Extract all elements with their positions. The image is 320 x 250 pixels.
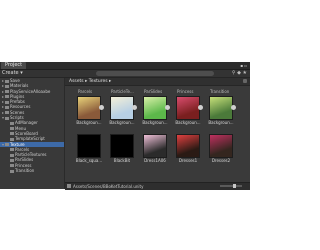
expand-icon[interactable] <box>165 105 170 110</box>
tree-item-label: ScoreBoard <box>15 130 38 136</box>
folder-label[interactable]: Parcels <box>78 89 92 94</box>
folder-label[interactable]: ParticleTe... <box>111 89 134 94</box>
tree-item-label: Transition <box>15 168 35 174</box>
texture-thumbnail[interactable] <box>110 134 134 158</box>
texture-thumbnail[interactable] <box>176 96 203 120</box>
texture-thumbnail[interactable] <box>77 96 104 120</box>
tree-item-label: AdManager <box>15 120 38 126</box>
project-toolbar: Create ▾ ⚲ ◆ ★ <box>0 70 250 78</box>
texture-thumbnail[interactable] <box>209 134 233 158</box>
zoom-slider[interactable] <box>220 185 242 187</box>
folder-icon <box>10 148 14 152</box>
folder-label[interactable]: Transition <box>210 89 229 94</box>
expand-icon[interactable] <box>132 105 137 110</box>
asset-tile[interactable]: Backgroun... <box>174 96 203 125</box>
tree-item-label: Save <box>10 78 20 83</box>
folder-label[interactable]: Princess <box>177 89 193 94</box>
status-bar: Assets/Scenes/BBoKetTutorial.unity <box>65 182 250 190</box>
asset-name: Dresses2 <box>211 158 231 163</box>
folder-icon <box>5 143 9 147</box>
asset-name: Black_squa... <box>75 158 103 163</box>
asset-name: Backgroun... <box>175 120 201 125</box>
expand-icon[interactable] <box>231 105 236 110</box>
tree-item-label: ParticleTextures <box>15 152 47 158</box>
folder-icon <box>10 137 14 141</box>
tree-item-label: ParSlides <box>15 157 34 163</box>
texture-thumbnail[interactable] <box>143 134 167 158</box>
tree-item-label: PlayServiceAlloaxbe <box>10 88 51 94</box>
tree-item-label: Resources <box>10 104 31 110</box>
folder-icon <box>5 90 9 94</box>
folder-icon <box>5 105 9 109</box>
tree-item-label: Materials <box>10 83 29 89</box>
folder-icon <box>5 79 9 83</box>
search-input[interactable] <box>96 71 214 76</box>
tree-item-label: Menu <box>15 125 26 131</box>
project-tab[interactable]: Project <box>1 62 27 69</box>
asset-tile[interactable]: Dresses2 <box>207 134 235 163</box>
asset-name: BlackBit <box>113 158 131 163</box>
folder-icon <box>5 111 9 115</box>
title-bar: Project ▪ ▫ <box>0 62 250 70</box>
asset-tile[interactable]: Dresses1 <box>174 134 202 163</box>
texture-thumbnail[interactable] <box>143 96 170 120</box>
asset-name: Dress1A06 <box>144 158 166 163</box>
folder-icon <box>10 121 14 125</box>
folder-icon <box>10 127 14 131</box>
texture-thumbnail[interactable] <box>110 96 137 120</box>
folder-tree[interactable]: ▸ Save ▸ Materials ▸ PlayServiceAlloaxbe ▸ Plug… <box>0 78 65 189</box>
tree-item-label: Scripts <box>10 115 24 121</box>
folder-icon <box>10 169 14 173</box>
lock-icon[interactable] <box>243 79 247 83</box>
asset-name: Dresses1 <box>178 158 198 163</box>
zoom-slider-handle[interactable] <box>233 184 236 188</box>
asset-name: Backgroun... <box>109 120 135 125</box>
tree-item-label: Parcels <box>15 146 30 152</box>
project-window: Project ▪ ▫ Create ▾ ⚲ ◆ ★ ▸ Save ▸ Materia… <box>0 62 250 190</box>
breadcrumb: Assets ▸ Textures ▸ <box>65 78 250 86</box>
tree-item-label: Scenes <box>10 109 25 115</box>
folder-icon <box>5 116 9 120</box>
breadcrumb-path[interactable]: Assets ▸ Textures ▸ <box>69 78 111 85</box>
folder-icon <box>5 100 9 104</box>
tree-item-label: TemplateScript <box>15 136 45 142</box>
folder-icon <box>10 132 14 136</box>
tree-item-label: Princess <box>15 162 32 168</box>
filter-icon[interactable]: ⚲ ◆ ★ <box>232 70 247 77</box>
asset-tile[interactable]: BlackBit <box>108 134 136 163</box>
tree-item[interactable]: Transition <box>0 168 64 173</box>
asset-name: Backgroun... <box>142 120 168 125</box>
folder-icon <box>5 84 9 88</box>
asset-tile[interactable]: Backgroun... <box>108 96 137 125</box>
texture-thumbnail[interactable] <box>176 134 200 158</box>
asset-tile[interactable]: Backgroun... <box>141 96 170 125</box>
selected-path: Assets/Scenes/BBoKetTutorial.unity <box>73 184 144 189</box>
asset-tile[interactable]: Backgroun... <box>207 96 236 125</box>
window-controls-icon[interactable]: ▪ ▫ <box>240 63 247 68</box>
create-button[interactable]: Create ▾ <box>2 70 23 77</box>
folder-label[interactable]: ParSlides <box>144 89 162 94</box>
asset-name: Backgroun... <box>76 120 102 125</box>
folder-icon <box>5 95 9 99</box>
tree-item-label: Prefabs <box>10 99 25 105</box>
expand-icon[interactable] <box>99 105 104 110</box>
texture-thumbnail[interactable] <box>209 96 236 120</box>
folder-icon <box>10 153 14 157</box>
texture-thumbnail[interactable] <box>77 134 101 158</box>
tree-item-label: Plugins <box>10 93 25 99</box>
asset-tile[interactable]: Dress1A06 <box>141 134 169 163</box>
tree-item-label: Texture <box>10 141 25 147</box>
asset-tile[interactable]: Backgroun... <box>75 96 104 125</box>
expand-icon[interactable] <box>198 105 203 110</box>
asset-grid-panel: Assets ▸ Textures ▸ Parcels ParticleTe...… <box>65 78 250 189</box>
scene-file-icon <box>67 184 71 188</box>
folder-icon <box>10 158 14 162</box>
asset-tile[interactable]: Black_squa... <box>75 134 103 163</box>
folder-icon <box>10 164 14 168</box>
asset-name: Backgroun... <box>208 120 234 125</box>
